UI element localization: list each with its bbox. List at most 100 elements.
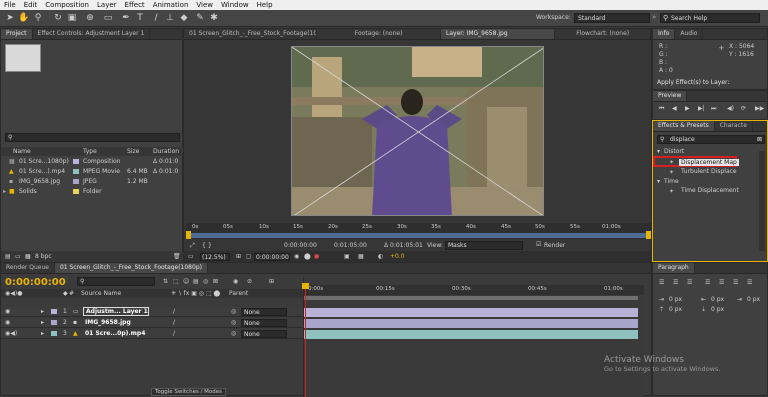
align-left-icon[interactable]: ☰ <box>659 279 664 286</box>
layer-bar-image[interactable] <box>304 319 638 328</box>
menu-layer[interactable]: Layer <box>97 1 117 9</box>
current-time-indicator[interactable] <box>305 283 306 397</box>
col-duration[interactable]: Duration <box>153 148 179 155</box>
tab-effect-controls[interactable]: Effect Controls: Adjustment Layer 1 <box>33 29 151 39</box>
layer-bar-movie[interactable] <box>304 330 638 339</box>
last-frame-icon[interactable]: ⏭ <box>711 105 716 113</box>
exposure-icon[interactable]: ◐ <box>378 253 383 260</box>
quality-switch-icon[interactable]: / <box>173 308 175 315</box>
parent-select[interactable]: None <box>241 319 287 327</box>
auto-keyframe-icon[interactable]: ◉ <box>233 278 238 285</box>
work-area-bar[interactable] <box>304 296 638 300</box>
viewer-timecode[interactable]: 0:00:00:00 <box>254 253 290 261</box>
interpret-footage-icon[interactable]: ▤ <box>5 253 11 260</box>
grid-icon[interactable]: ⊞ <box>236 253 241 260</box>
region-of-interest-icon[interactable]: ▣ <box>344 253 350 260</box>
expand-arrow-icon[interactable]: ▸ <box>3 188 6 195</box>
tab-paragraph[interactable]: Paragraph <box>653 263 695 273</box>
layer-bar-adjustment[interactable] <box>304 308 638 317</box>
rotate-tool-icon[interactable]: ↻ <box>52 12 64 24</box>
visibility-icon[interactable]: ◉◀) <box>5 330 17 337</box>
expand-arrow-icon[interactable]: ▸ <box>41 308 44 315</box>
col-type[interactable]: Type <box>83 148 97 155</box>
brush-tool-icon[interactable]: / <box>150 12 162 24</box>
mark-in-icon[interactable]: { <box>202 242 206 249</box>
toggle-switches-modes-button[interactable]: Toggle Switches / Modes <box>151 388 226 396</box>
clone-tool-icon[interactable]: ⊥ <box>164 12 176 24</box>
tab-layer[interactable]: Layer: IMG_9658.jpg <box>441 29 556 39</box>
timeline-options-icon[interactable]: ⊞ <box>269 278 274 285</box>
layer-name[interactable]: IMG_9658.jpg <box>85 319 131 326</box>
layer-label-swatch[interactable] <box>51 320 57 325</box>
list-item[interactable]: ▸ ■ Solids Folder <box>1 187 184 196</box>
pickwhip-icon[interactable]: ◎ <box>231 319 236 326</box>
collapse-arrow-icon[interactable]: ▾ <box>657 148 660 155</box>
clear-search-icon[interactable]: ⊠ <box>757 136 762 144</box>
work-area-bar[interactable] <box>186 233 651 238</box>
effect-category-time[interactable]: Time <box>664 178 679 185</box>
in-point-marker[interactable] <box>186 231 191 239</box>
audio-icon[interactable]: ◀) <box>727 105 734 112</box>
space-before-value[interactable]: 0 px <box>669 306 682 313</box>
out-point-marker[interactable] <box>646 231 651 239</box>
current-timecode[interactable]: 0:00:00:00 <box>284 242 317 249</box>
tab-timeline-comp[interactable]: 01 Screen_Glitch_-_Free_Stock_Footage(10… <box>54 263 208 273</box>
menu-composition[interactable]: Composition <box>45 1 89 9</box>
brainstorm-icon[interactable]: ⊠ <box>213 278 218 285</box>
layer-name[interactable]: Adjustm... Layer 1 <box>83 307 149 316</box>
table-row[interactable]: ◉ ▸ 1 ▭ Adjustm... Layer 1 / ◎ None <box>1 307 303 317</box>
always-preview-icon[interactable]: ▭ <box>188 253 194 260</box>
bpc-label[interactable]: 8 bpc <box>35 253 52 260</box>
pickwhip-icon[interactable]: ◎ <box>231 330 236 337</box>
pen-tool-icon[interactable]: ✒ <box>120 12 132 24</box>
menu-edit[interactable]: Edit <box>24 1 38 9</box>
layer-label-swatch[interactable] <box>51 331 57 336</box>
menu-view[interactable]: View <box>196 1 213 9</box>
mark-out-icon[interactable]: } <box>208 242 212 249</box>
search-help-field[interactable]: ⚲ Search Help <box>660 13 760 23</box>
space-after-value[interactable]: 0 px <box>711 306 724 313</box>
rectangle-tool-icon[interactable]: ▭ <box>102 12 114 24</box>
indent-right-value[interactable]: 0 px <box>711 296 724 303</box>
parent-select[interactable]: None <box>241 330 287 338</box>
next-frame-icon[interactable]: ▶| <box>698 105 705 112</box>
graph-editor-icon[interactable]: ⊘ <box>247 278 252 285</box>
tab-effects-presets[interactable]: Effects & Presets <box>653 121 715 131</box>
pickwhip-icon[interactable]: ◎ <box>231 308 236 315</box>
tab-composition[interactable]: 01 Screen_Glitch_-_Free_Stock_Footage(10… <box>184 29 318 39</box>
timeline-search-field[interactable]: ⚲ <box>77 277 155 286</box>
indent-left-value[interactable]: 0 px <box>669 296 682 303</box>
tab-render-queue[interactable]: Render Queue <box>1 263 55 273</box>
hide-shy-icon[interactable]: ☺ <box>183 278 189 285</box>
exposure-value[interactable]: +0.0 <box>390 253 405 260</box>
layer-label-swatch[interactable] <box>51 309 57 314</box>
visibility-icon[interactable]: ◉ <box>5 308 10 315</box>
camera-snapshot-icon[interactable]: ◉ <box>294 253 299 260</box>
camera-tool-icon[interactable]: ▣ <box>66 12 78 24</box>
quality-switch-icon[interactable]: / <box>173 330 175 337</box>
expand-arrow-icon[interactable]: ▸ <box>41 319 44 326</box>
selection-tool-icon[interactable]: ➤ <box>4 12 16 24</box>
puppet-tool-icon[interactable]: ✱ <box>208 12 220 24</box>
effects-search-field[interactable]: ⚲ displace ⊠ <box>657 135 765 144</box>
first-line-indent-value[interactable]: 0 px <box>747 296 760 303</box>
effect-item-time-displacement[interactable]: Time Displacement <box>681 187 739 194</box>
layer-preview-image[interactable] <box>291 46 544 216</box>
align-right-icon[interactable]: ☰ <box>687 279 692 286</box>
new-composition-icon[interactable]: ▦ <box>25 253 31 260</box>
tab-flowchart[interactable]: Flowchart: (none) <box>555 29 651 39</box>
roto-brush-tool-icon[interactable]: ✎ <box>194 12 206 24</box>
menu-animation[interactable]: Animation <box>153 1 189 9</box>
project-search-field[interactable]: ⚲ <box>5 133 180 142</box>
align-center-icon[interactable]: ☰ <box>673 279 678 286</box>
ram-preview-icon[interactable]: ▶▶ <box>755 105 764 112</box>
collapse-arrow-icon[interactable]: ▾ <box>657 178 660 185</box>
frame-blending-icon[interactable]: ▤ <box>193 278 199 285</box>
hand-tool-icon[interactable]: ✋ <box>18 12 30 24</box>
eraser-tool-icon[interactable]: ◆ <box>178 12 190 24</box>
tab-character[interactable]: Characte <box>715 121 753 131</box>
transparency-grid-icon[interactable]: ▦ <box>358 253 364 260</box>
play-icon[interactable]: ▶ <box>685 105 690 112</box>
effect-item-displacement-map[interactable]: ✦ Displacement Map <box>653 156 739 167</box>
timeline-ruler[interactable]: 0:00s 00:15s 00:30s 00:45s 01:00s <box>304 285 644 295</box>
